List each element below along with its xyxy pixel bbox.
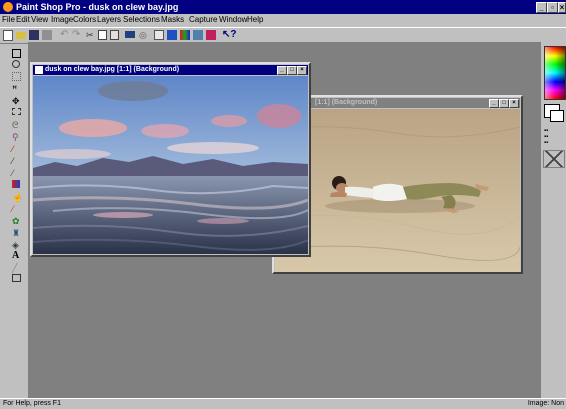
menu-layers[interactable]: Layers <box>97 15 121 24</box>
eraser-tool-icon[interactable]: ⁄ <box>12 204 22 214</box>
deform-tool-icon[interactable] <box>12 72 21 81</box>
maximize-icon[interactable]: □ <box>287 66 297 75</box>
close-icon[interactable]: × <box>509 99 519 108</box>
menu-colors[interactable]: Colors <box>73 15 96 24</box>
crop-tool-icon[interactable]: ꟸ <box>12 84 22 94</box>
picture-tube-icon[interactable]: ✿ <box>12 216 22 226</box>
histogram-icon[interactable] <box>180 30 190 40</box>
image-window-beach-title: [1:1] (Background) <box>315 99 378 106</box>
minimize-icon[interactable]: _ <box>277 66 287 75</box>
color-picker[interactable] <box>544 46 566 100</box>
minimize-icon[interactable]: _ <box>536 2 547 13</box>
app-titlebar[interactable]: Paint Shop Pro - dusk on clew bay.jpg _ … <box>0 0 566 14</box>
menu-window[interactable]: Window <box>219 15 247 24</box>
dropper-tool-icon[interactable]: ⁄ <box>12 144 22 154</box>
shape-tool-icon[interactable] <box>12 274 21 282</box>
image-window-dusk-titlebar[interactable]: dusk on clew bay.jpg [1:1] (Background) … <box>33 65 308 75</box>
status-bar: For Help, press F1 Image: Non <box>0 398 566 409</box>
menu-edit[interactable]: Edit <box>16 15 30 24</box>
restore-icon[interactable]: ▫ <box>547 2 558 13</box>
color-palette-icon[interactable] <box>167 30 177 40</box>
menu-file[interactable]: File <box>2 15 15 24</box>
paste-icon[interactable] <box>110 30 119 40</box>
line-tool-icon[interactable]: ╱ <box>12 263 22 273</box>
full-screen-icon[interactable] <box>125 31 135 38</box>
open-folder-icon[interactable] <box>16 32 26 39</box>
clone-brush-icon[interactable]: ⁄ <box>12 168 22 178</box>
image-window-dusk[interactable]: dusk on clew bay.jpg [1:1] (Background) … <box>30 62 311 257</box>
color-readout-icon: ▪▪ ▪▪ ▪▪ <box>544 128 549 146</box>
menu-capture[interactable]: Capture <box>189 15 217 24</box>
image-window-beach-titlebar[interactable]: [1:1] (Background) _ □ × <box>275 98 520 108</box>
tool-palette: ꟸ ✥ ᘓ ⚲ ⁄ ⁄ ⁄ ☝ ⁄ ✿ ♜ ◈ A ╱ <box>10 46 24 282</box>
background-color-swatch[interactable] <box>550 110 564 122</box>
menu-view[interactable]: View <box>31 15 48 24</box>
magic-wand-icon[interactable]: ⚲ <box>12 132 22 142</box>
app-icon[interactable] <box>3 2 13 12</box>
close-icon[interactable]: × <box>558 2 566 13</box>
undo-icon[interactable]: ↶ <box>60 30 70 40</box>
cut-icon[interactable]: ✂ <box>86 30 96 40</box>
dusk-photo <box>33 76 308 254</box>
selection-tool-icon[interactable] <box>12 108 21 115</box>
arrow-tool-icon[interactable] <box>12 49 21 58</box>
zoom-tool-icon[interactable] <box>12 60 20 68</box>
copy-icon[interactable] <box>98 30 107 40</box>
airbrush-tool-icon[interactable]: ♜ <box>12 228 22 238</box>
new-file-icon[interactable] <box>3 30 13 41</box>
redo-icon[interactable]: ↷ <box>72 30 82 40</box>
menu-image[interactable]: Image <box>51 15 73 24</box>
layer-palette-icon[interactable] <box>193 30 203 40</box>
paintbrush-tool-icon[interactable]: ⁄ <box>12 156 22 166</box>
image-icon <box>35 66 43 74</box>
freehand-tool-icon[interactable]: ᘓ <box>12 120 22 130</box>
tool-palette-icon[interactable] <box>154 30 164 40</box>
style-swatch[interactable] <box>543 150 565 168</box>
minimize-icon[interactable]: _ <box>489 99 499 108</box>
flood-fill-icon[interactable]: ◈ <box>12 240 22 250</box>
print-icon[interactable] <box>42 30 52 40</box>
zoom-icon[interactable]: ◎ <box>139 30 149 40</box>
overview-icon[interactable] <box>206 30 216 40</box>
menu-bar: File Edit View Image Colors Layers Selec… <box>0 14 566 26</box>
maximize-icon[interactable]: □ <box>499 99 509 108</box>
app-title: Paint Shop Pro - dusk on clew bay.jpg <box>16 2 179 12</box>
help-cursor-icon[interactable]: ↖? <box>222 30 237 40</box>
color-panel: ▪▪ ▪▪ ▪▪ <box>541 42 566 398</box>
retouch-tool-icon[interactable]: ☝ <box>12 192 23 202</box>
menu-help[interactable]: Help <box>247 15 263 24</box>
image-window-dusk-title: dusk on clew bay.jpg [1:1] (Background) <box>45 66 180 73</box>
beach-photo <box>275 109 520 272</box>
close-icon[interactable]: × <box>297 66 307 75</box>
save-icon[interactable] <box>29 30 39 40</box>
text-tool-icon[interactable]: A <box>12 251 22 261</box>
mover-tool-icon[interactable]: ✥ <box>12 96 22 106</box>
menu-selections[interactable]: Selections <box>123 15 160 24</box>
menu-masks[interactable]: Masks <box>161 15 184 24</box>
color-replacer-icon[interactable] <box>12 180 20 188</box>
